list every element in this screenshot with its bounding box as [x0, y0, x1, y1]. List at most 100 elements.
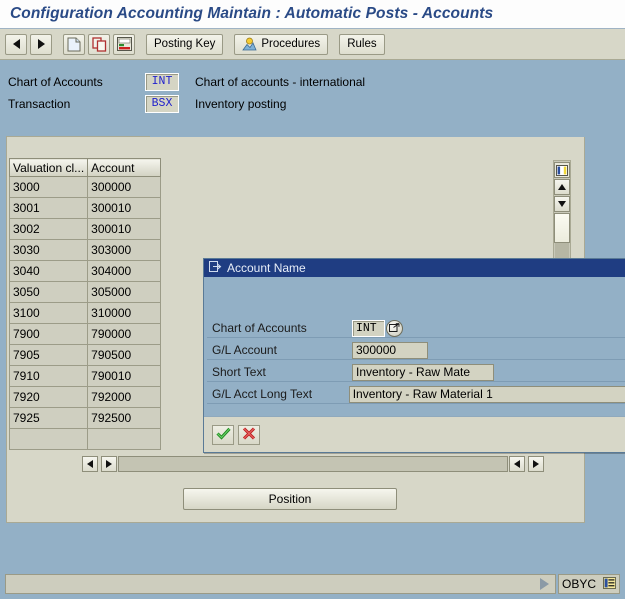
scroll-right-button-2[interactable] — [528, 456, 544, 472]
status-message-area[interactable] — [5, 574, 556, 594]
chart-of-accounts-field[interactable]: INT — [145, 73, 179, 91]
sap-gui-window: Configuration Accounting Maintain : Auto… — [0, 0, 625, 599]
table-row[interactable]: 3001300010 — [10, 198, 161, 219]
copy-button[interactable] — [88, 34, 110, 55]
dialog-input-gl-long-text[interactable]: Inventory - Raw Material 1 — [349, 386, 625, 403]
table-row[interactable]: 3050305000 — [10, 282, 161, 303]
triangle-right-icon — [106, 460, 112, 468]
cell-account[interactable]: 300000 — [88, 177, 161, 198]
table-vertical-scrollbar[interactable] — [553, 160, 571, 260]
cell-account[interactable]: 304000 — [88, 261, 161, 282]
cell-valuation-class[interactable]: 7920 — [10, 387, 88, 408]
grid-header: Valuation cl... Account — [10, 159, 161, 177]
table-row[interactable]: 3100310000 — [10, 303, 161, 324]
posting-key-button[interactable]: Posting Key — [146, 34, 223, 55]
cell-account[interactable]: 305000 — [88, 282, 161, 303]
dialog-input-chart-of-accounts[interactable]: INT — [352, 320, 385, 337]
cell-account[interactable]: 300010 — [88, 219, 161, 240]
cell-valuation-class[interactable]: 3001 — [10, 198, 88, 219]
transaction-label: Transaction — [0, 97, 145, 111]
cell-valuation-class[interactable]: 3002 — [10, 219, 88, 240]
table-row[interactable]: 7905790500 — [10, 345, 161, 366]
table-row[interactable] — [10, 429, 161, 450]
dialog-input-short-text[interactable]: Inventory - Raw Mate — [352, 364, 494, 381]
cell-account[interactable]: 790010 — [88, 366, 161, 387]
dialog-field-chart-of-accounts: Chart of Accounts INT — [204, 318, 625, 338]
cell-account[interactable]: 790500 — [88, 345, 161, 366]
scroll-down-button[interactable] — [554, 196, 570, 212]
application-toolbar: Posting Key Procedures Rules — [0, 29, 625, 60]
table-row[interactable]: 7910790010 — [10, 366, 161, 387]
cell-valuation-class[interactable]: 3040 — [10, 261, 88, 282]
session-info-icon[interactable] — [603, 577, 616, 592]
dialog-label-short-text: Short Text — [204, 365, 352, 379]
cell-valuation-class[interactable]: 3030 — [10, 240, 88, 261]
cell-account[interactable]: 792500 — [88, 408, 161, 429]
scroll-up-button[interactable] — [554, 179, 570, 195]
details-button[interactable] — [113, 34, 135, 55]
new-document-icon — [67, 37, 81, 52]
table-row[interactable]: 7920792000 — [10, 387, 161, 408]
cell-valuation-class[interactable]: 7900 — [10, 324, 88, 345]
red-x-icon — [242, 427, 256, 443]
table-row[interactable]: 7900790000 — [10, 324, 161, 345]
table-row[interactable]: 3030303000 — [10, 240, 161, 261]
table-horizontal-scrollbar[interactable] — [9, 455, 572, 473]
table-row[interactable]: 3000300000 — [10, 177, 161, 198]
grid: Valuation cl... Account 3000300000300130… — [9, 158, 161, 450]
header-row: Valuation cl... Account — [10, 159, 161, 177]
dialog-field-short-text: Short Text Inventory - Raw Mate — [204, 362, 625, 382]
column-header-account[interactable]: Account — [88, 159, 161, 177]
account-name-dialog: Account Name Chart of Accounts INT G/L A… — [203, 258, 625, 453]
status-transaction-code[interactable]: OBYC — [558, 574, 620, 594]
table-row[interactable]: 7925792500 — [10, 408, 161, 429]
triangle-left-icon — [87, 460, 93, 468]
dialog-input-gl-account[interactable]: 300000 — [352, 342, 428, 359]
horizontal-scroll-track[interactable] — [118, 456, 508, 472]
cell-valuation-class[interactable]: 3100 — [10, 303, 88, 324]
dialog-cancel-button[interactable] — [238, 425, 260, 445]
table-row[interactable]: 3002300010 — [10, 219, 161, 240]
column-select-icon[interactable] — [554, 162, 570, 178]
cell-valuation-class[interactable] — [10, 429, 88, 450]
table-row[interactable]: 3040304000 — [10, 261, 161, 282]
cell-account[interactable]: 310000 — [88, 303, 161, 324]
procedures-button[interactable]: Procedures — [234, 34, 328, 55]
triangle-left-icon-2 — [514, 460, 520, 468]
dialog-field-gl-account: G/L Account 300000 — [204, 340, 625, 360]
status-expand-icon[interactable] — [540, 578, 549, 590]
chart-of-accounts-description: Chart of accounts - international — [195, 75, 365, 89]
cell-valuation-class[interactable]: 7910 — [10, 366, 88, 387]
new-entries-button[interactable] — [63, 34, 85, 55]
scroll-left-button-2[interactable] — [101, 456, 117, 472]
scroll-left-button[interactable] — [82, 456, 98, 472]
dialog-title: Account Name — [227, 261, 306, 275]
cell-valuation-class[interactable]: 7925 — [10, 408, 88, 429]
dialog-field-gl-long-text: G/L Acct Long Text Inventory - Raw Mater… — [204, 384, 625, 404]
dialog-row-divider-1 — [207, 337, 625, 338]
transaction-field[interactable]: BSX — [145, 95, 179, 113]
cell-account[interactable]: 300010 — [88, 198, 161, 219]
search-help-icon[interactable] — [386, 320, 403, 337]
vertical-scroll-thumb[interactable] — [554, 213, 570, 243]
cell-valuation-class[interactable]: 3000 — [10, 177, 88, 198]
position-button[interactable]: Position — [183, 488, 397, 510]
rules-button[interactable]: Rules — [339, 34, 384, 55]
cell-account[interactable]: 303000 — [88, 240, 161, 261]
scroll-right-button[interactable] — [509, 456, 525, 472]
back-button[interactable] — [5, 34, 27, 55]
triangle-right-icon — [38, 39, 45, 49]
cell-account[interactable] — [88, 429, 161, 450]
dialog-label-chart-of-accounts: Chart of Accounts — [204, 321, 352, 335]
cell-valuation-class[interactable]: 3050 — [10, 282, 88, 303]
forward-button[interactable] — [30, 34, 52, 55]
dialog-title-bar: Account Name — [204, 259, 625, 277]
cell-valuation-class[interactable]: 7905 — [10, 345, 88, 366]
transaction-code-text: OBYC — [562, 577, 596, 591]
window-title-bar: Configuration Accounting Maintain : Auto… — [0, 0, 625, 29]
cell-account[interactable]: 792000 — [88, 387, 161, 408]
column-header-valuation-class[interactable]: Valuation cl... — [10, 159, 88, 177]
dialog-confirm-button[interactable] — [212, 425, 234, 445]
cell-account[interactable]: 790000 — [88, 324, 161, 345]
dialog-footer — [204, 416, 625, 452]
